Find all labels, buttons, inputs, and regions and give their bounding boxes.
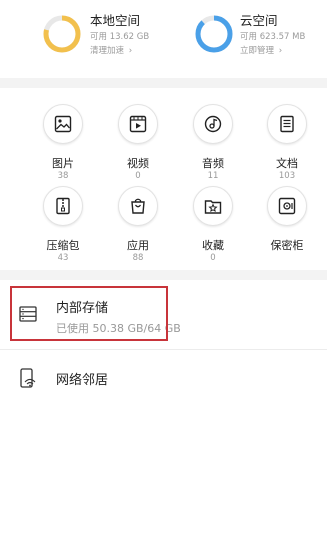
network-device-icon	[20, 368, 36, 388]
zip-archive-icon	[56, 197, 70, 215]
music-disc-icon	[204, 115, 222, 133]
category-count: 0	[135, 171, 141, 181]
local-storage-card[interactable]: 本地空间 可用 13.62 GB 清理加速 ›	[40, 8, 170, 58]
safe-icon	[278, 197, 296, 215]
category-label: 应用	[127, 239, 149, 252]
clean-accelerate-link[interactable]: 清理加速 ›	[90, 44, 132, 56]
category-label: 文档	[276, 157, 298, 170]
network-neighbors-row[interactable]: 网络邻居	[0, 352, 327, 404]
category-label: 视频	[127, 157, 149, 170]
cloud-available-text: 可用 623.57 MB	[240, 32, 306, 42]
category-count: 103	[278, 171, 296, 181]
category-label: 保密柜	[270, 239, 304, 252]
category-count: 88	[132, 253, 144, 263]
cloud-storage-title: 云空间	[240, 13, 278, 28]
app-bag-icon	[131, 198, 145, 214]
local-storage-ring	[42, 14, 82, 54]
category-count: 11	[207, 171, 219, 181]
chevron-right-icon: ›	[128, 46, 133, 56]
chevron-right-icon: ›	[278, 46, 283, 56]
cloud-storage-ring	[194, 14, 234, 54]
category-label: 收藏	[202, 239, 224, 252]
category-count: 0	[210, 253, 216, 263]
category-label: 压缩包	[46, 239, 80, 252]
local-storage-title: 本地空间	[90, 13, 141, 28]
category-label: 图片	[52, 157, 74, 170]
video-icon	[129, 115, 147, 133]
section-divider	[0, 78, 327, 88]
category-count: 38	[57, 171, 69, 181]
star-folder-icon	[204, 200, 222, 214]
highlight-frame	[10, 286, 168, 341]
network-neighbors-title: 网络邻居	[56, 373, 109, 388]
cloud-storage-card[interactable]: 云空间 可用 623.57 MB 立即管理 ›	[194, 8, 324, 58]
local-available-text: 可用 13.62 GB	[90, 32, 150, 42]
category-label: 音频	[202, 157, 224, 170]
manage-cloud-link[interactable]: 立即管理 ›	[240, 44, 282, 56]
section-divider	[0, 270, 327, 280]
row-divider	[0, 349, 327, 350]
image-icon	[54, 115, 72, 133]
document-icon	[280, 115, 294, 133]
category-count: 43	[57, 253, 69, 263]
